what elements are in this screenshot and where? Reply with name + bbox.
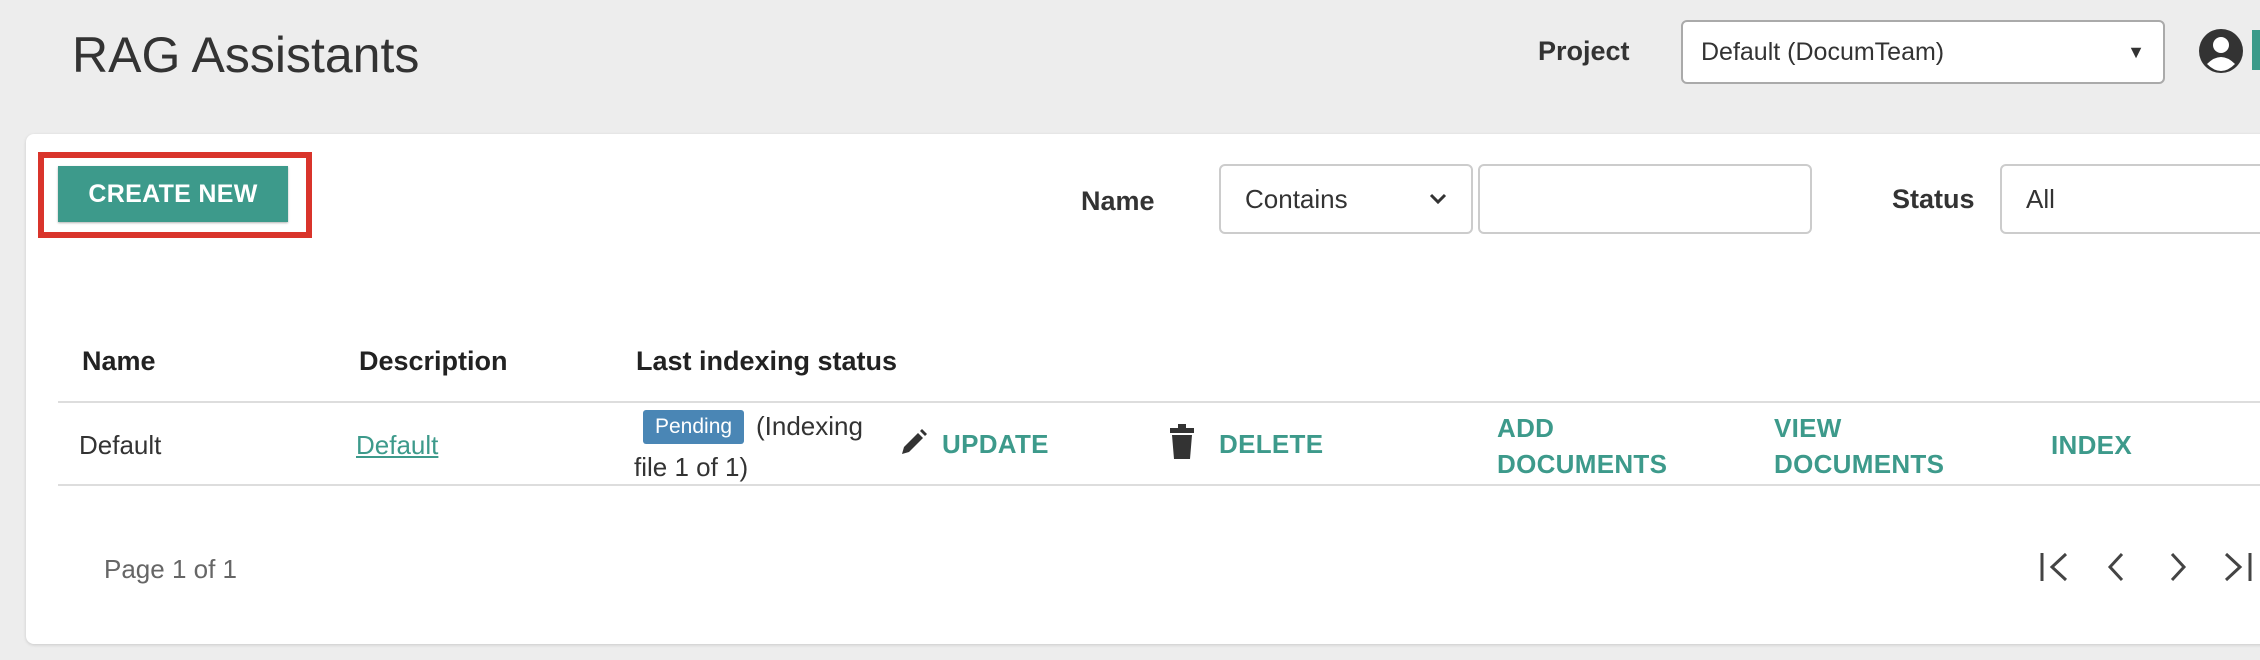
table-row-divider [58, 484, 2260, 486]
chevron-right-icon [2170, 552, 2187, 582]
view-documents-button[interactable]: VIEW DOCUMENTS [1774, 410, 1944, 482]
create-new-button[interactable]: CREATE NEW [58, 166, 288, 222]
status-select-value: All [2026, 183, 2055, 214]
project-select-value: Default (DocumTeam) [1701, 37, 1945, 66]
add-documents-label-1: ADD [1497, 413, 1555, 443]
status-text-line-1: (Indexing [756, 411, 863, 441]
chevron-down-icon [1429, 193, 1447, 205]
column-header-description[interactable]: Description [359, 346, 508, 377]
page-info: Page 1 of 1 [104, 554, 237, 584]
first-page-icon [2040, 552, 2068, 582]
last-page-icon [2224, 552, 2252, 582]
add-documents-label-2: DOCUMENTS [1497, 449, 1668, 479]
last-page-button[interactable] [2214, 544, 2260, 590]
status-text-line-2: file 1 of 1) [634, 452, 749, 482]
add-documents-button[interactable]: ADD DOCUMENTS [1497, 410, 1667, 482]
update-button[interactable]: UPDATE [942, 426, 1049, 462]
page-title: RAG Assistants [72, 27, 420, 83]
delete-button[interactable]: DELETE [1219, 426, 1323, 462]
caret-down-icon: ▼ [2127, 41, 2145, 62]
table-header-divider [58, 401, 2260, 403]
status-filter-label: Status [1892, 184, 1975, 214]
next-page-button[interactable] [2155, 544, 2201, 590]
trash-icon[interactable] [1168, 424, 1196, 460]
status-badge: Pending [643, 410, 745, 444]
column-header-last-indexing-status[interactable]: Last indexing status [636, 346, 897, 377]
app-menu-icon[interactable] [2252, 30, 2260, 70]
user-account-icon[interactable] [2198, 28, 2244, 74]
project-label: Project [1538, 36, 1630, 66]
previous-page-button[interactable] [2093, 544, 2139, 590]
row-description-link[interactable]: Default [356, 430, 438, 461]
chevron-left-icon [2107, 552, 2124, 582]
project-select[interactable]: Default (DocumTeam) ▼ [1681, 20, 2165, 84]
column-header-name[interactable]: Name [82, 346, 156, 377]
view-documents-label-1: VIEW [1774, 413, 1842, 443]
name-filter-label: Name [1081, 186, 1155, 216]
name-operator-value: Contains [1245, 183, 1348, 214]
index-button[interactable]: INDEX [2051, 427, 2132, 463]
view-documents-label-2: DOCUMENTS [1774, 449, 1945, 479]
first-page-button[interactable] [2032, 544, 2078, 590]
name-filter-input[interactable] [1478, 164, 1812, 234]
pencil-icon[interactable] [898, 428, 928, 458]
row-name: Default [79, 430, 162, 460]
status-select[interactable]: All [2000, 164, 2260, 234]
name-operator-select[interactable]: Contains [1219, 164, 1473, 234]
